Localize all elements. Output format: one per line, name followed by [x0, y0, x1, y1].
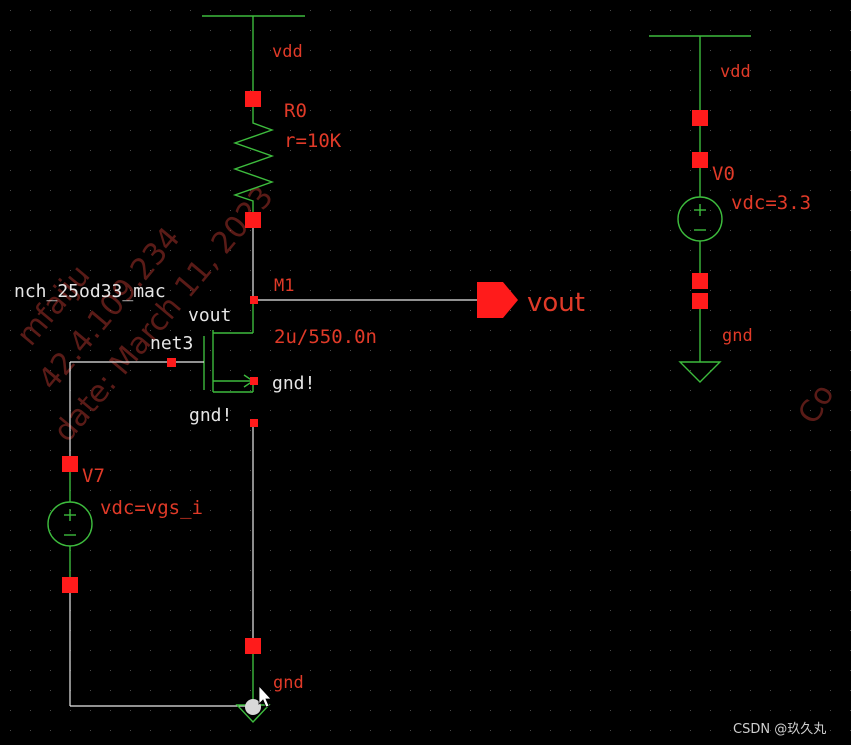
transistor-drain-net-label: vout	[188, 305, 231, 326]
pin-drain[interactable]	[250, 296, 258, 304]
pin-vdd-right[interactable]	[692, 110, 708, 126]
mouse-cursor-icon	[258, 684, 272, 708]
output-pin-label: vout	[527, 288, 585, 318]
pin-v7-bottom[interactable]	[62, 577, 78, 593]
transistor-name-label: M1	[274, 276, 294, 296]
transistor-source-net-label: gnd!	[189, 405, 232, 426]
pin-v7-top[interactable]	[62, 456, 78, 472]
dc-source-v0[interactable]	[677, 126, 723, 273]
v0-value-label: vdc=3.3	[731, 192, 811, 214]
v7-name-label: V7	[82, 465, 105, 487]
credit-text: CSDN @玖久丸	[733, 721, 826, 737]
pin-ground-right[interactable]	[692, 293, 708, 309]
resistor-value-label: r=10K	[284, 130, 342, 152]
pin-ground-left[interactable]	[245, 638, 261, 654]
resistor-name-label: R0	[284, 100, 307, 122]
transistor-body-net-label: gnd!	[272, 373, 315, 394]
vdd-label-right: vdd	[720, 62, 751, 82]
pin-v0-top[interactable]	[692, 152, 708, 168]
schematic-canvas: mfaiju 42.4.109.234 date: March 11, 2023…	[0, 0, 851, 745]
dc-source-v7[interactable]	[47, 472, 93, 577]
transistor-gate-net-label: net3	[150, 333, 193, 354]
transistor-model-label: nch_25od33_mac	[14, 281, 166, 302]
vdd-label-left: vdd	[272, 42, 303, 62]
v0-name-label: V0	[712, 163, 735, 185]
ground-icon-right[interactable]	[678, 361, 722, 383]
transistor-size-label: 2u/550.0n	[274, 326, 377, 348]
ground-label-right: gnd	[722, 326, 753, 346]
ground-label-left: gnd	[273, 673, 304, 693]
pin-gate[interactable]	[167, 358, 176, 367]
pin-body[interactable]	[250, 377, 258, 385]
pin-resistor-bottom[interactable]	[245, 212, 261, 228]
pin-source[interactable]	[250, 419, 258, 427]
v7-value-label: vdc=vgs_i	[100, 497, 203, 519]
pin-vdd-left[interactable]	[245, 91, 261, 107]
output-pin-icon[interactable]	[477, 282, 518, 318]
pin-v0-bottom[interactable]	[692, 273, 708, 289]
watermark-line-4: Co	[792, 378, 842, 430]
